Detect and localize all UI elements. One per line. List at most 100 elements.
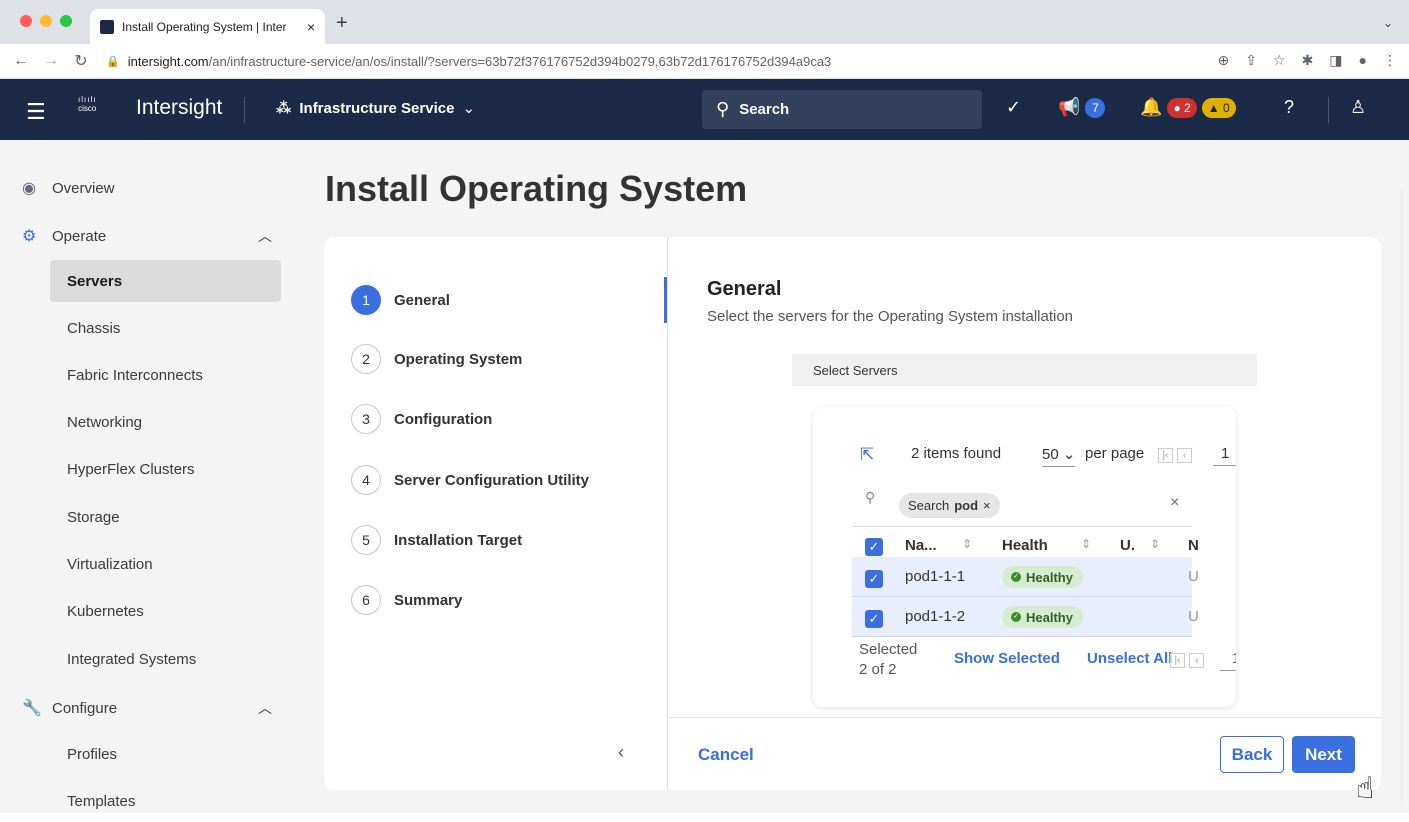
browser-tab-bar: Install Operating System | Inter × + ⌄ [0,0,1409,44]
step-configuration[interactable]: 3 Configuration [351,404,492,434]
row-checkbox[interactable]: ✓ [865,610,883,628]
remove-chip-icon[interactable]: × [983,498,991,513]
server-name[interactable]: pod1-1-2 [905,608,965,625]
minimize-window-button[interactable] [40,15,52,27]
row-checkbox[interactable]: ✓ [865,570,883,588]
sidebar-item-templates[interactable]: Templates [50,780,281,822]
browser-tab[interactable]: Install Operating System | Inter × [90,9,325,44]
scrollbar[interactable] [1401,190,1409,805]
hamburger-menu-icon[interactable]: ☰ [26,99,46,125]
check-circle-icon: ✓ [1011,572,1021,582]
sidebar-item-hyperflex-clusters[interactable]: HyperFlex Clusters [50,448,281,490]
step-server-configuration-utility[interactable]: 4 Server Configuration Utility [351,465,589,495]
step-operating-system[interactable]: 2 Operating System [351,344,522,374]
footer-pager-icon[interactable]: |‹ ‹ [1170,650,1205,668]
tasks-check-icon[interactable]: ✓ [1006,97,1021,118]
sidepanel-icon[interactable]: ◨ [1329,52,1342,69]
sidebar-item-storage[interactable]: Storage [50,496,281,538]
profile-icon[interactable]: ● [1359,52,1367,69]
column-health[interactable]: Health [1002,537,1048,554]
table-row[interactable]: ✓ pod1-1-2 ✓ Healthy U [852,597,1199,637]
sidebar-configure-label: Configure [52,699,118,717]
sidebar-operate[interactable]: ⚙ Operate ︿ [22,226,272,246]
back-button[interactable]: Back [1220,736,1284,773]
forward-arrow-icon[interactable]: → [42,52,60,70]
close-window-button[interactable] [20,15,32,27]
alarms-button[interactable]: 🔔 ● 2 ▲ 0 [1140,97,1236,119]
menu-kebab-icon[interactable]: ⋮ [1383,52,1397,69]
show-selected-link[interactable]: Show Selected [954,650,1060,667]
collapse-steps-chevron-icon[interactable]: ‹ [618,742,624,763]
extensions-icon[interactable]: ✱ [1302,52,1314,69]
sidebar-item-profiles[interactable]: Profiles [50,733,281,775]
chevron-up-icon[interactable]: ︿ [258,226,272,246]
search-filter-chip[interactable]: Search pod × [899,493,1000,518]
help-icon[interactable]: ? [1284,97,1294,118]
new-tab-button[interactable]: + [336,12,348,35]
step-number: 3 [351,404,381,434]
sidebar-item-virtualization[interactable]: Virtualization [50,543,281,585]
items-found: 2 items found [911,445,1002,462]
per-page-select[interactable]: 50 ⌄ [1042,445,1076,467]
bookmark-star-icon[interactable]: ☆ [1273,52,1286,69]
selected-count: 2 of 2 [859,661,897,678]
step-label: Summary [394,591,463,609]
announcements-count: 7 [1085,98,1106,119]
sidebar-item-servers[interactable]: Servers [50,260,281,302]
sidebar-item-fabric-interconnects[interactable]: Fabric Interconnects [50,354,281,396]
sort-icon[interactable]: ⇕ [1150,537,1160,551]
sidebar-overview[interactable]: ◉ Overview [22,178,115,198]
selected-summary: Selected 2 of 2 [859,640,917,680]
tab-search-chevron-icon[interactable]: ⌄ [1383,16,1393,30]
footer-page-number[interactable]: 1 [1220,650,1236,671]
select-servers-label: Select Servers [813,362,898,378]
step-label: Configuration [394,410,493,428]
step-general[interactable]: 1 General [351,285,450,315]
search-label: Search [739,101,790,118]
table-row[interactable]: ✓ pod1-1-1 ✓ Healthy U [852,557,1199,597]
share-icon[interactable]: ⇪ [1245,52,1257,69]
clear-search-icon[interactable]: × [1170,494,1179,512]
unselect-all-link[interactable]: Unselect All [1087,650,1172,667]
sidebar-item-integrated-systems[interactable]: Integrated Systems [50,638,281,680]
sidebar-configure[interactable]: 🔧 Configure ︿ [22,698,272,718]
select-all-checkbox[interactable]: ✓ [865,538,883,556]
search-icon: ⚲ [716,99,730,119]
reload-icon[interactable]: ↻ [72,51,90,71]
sidebar-item-networking[interactable]: Networking [50,401,281,443]
zoom-icon[interactable]: ⊕ [1218,52,1230,69]
server-name[interactable]: pod1-1-1 [905,568,965,585]
page-number-input[interactable]: 1 [1213,445,1236,466]
step-number: 6 [351,585,381,615]
sidebar-item-kubernetes[interactable]: Kubernetes [50,590,281,632]
announcements-button[interactable]: 📢 7 [1058,97,1106,119]
sort-icon[interactable]: ⇕ [962,537,972,551]
zoom-window-button[interactable] [60,15,72,27]
close-tab-icon[interactable]: × [307,19,315,35]
next-button[interactable]: Next [1292,736,1355,773]
url-field[interactable]: 🔒 intersight.com/an/infrastructure-servi… [106,54,831,69]
export-icon[interactable]: ⇱ [860,445,874,465]
divider [1328,97,1329,123]
pager-first-icon[interactable]: |‹ ‹ [1158,445,1193,463]
user-profile-icon[interactable]: ♙ [1350,97,1366,118]
sidebar-overview-label: Overview [52,179,115,197]
chevron-up-icon[interactable]: ︿ [258,698,272,718]
back-arrow-icon[interactable]: ← [12,52,30,70]
cancel-button[interactable]: Cancel [698,745,754,765]
sidebar-operate-label: Operate [52,227,107,245]
column-u[interactable]: U. [1120,537,1135,554]
critical-alarms-badge: ● 2 [1167,98,1197,119]
sidebar-item-chassis[interactable]: Chassis [50,307,281,349]
check-circle-icon: ✓ [1011,612,1021,622]
step-summary[interactable]: 6 Summary [351,585,462,615]
column-name[interactable]: Na... [905,537,937,554]
divider [244,97,245,123]
servers-table: ⇱ 2 items found 50 ⌄ per page |‹ ‹ 1 ⚲ S… [813,407,1236,707]
column-n[interactable]: N [1188,537,1199,554]
step-installation-target[interactable]: 5 Installation Target [351,525,522,555]
global-search[interactable]: ⚲ Search [702,90,982,129]
service-label: Infrastructure Service [299,99,455,117]
service-selector[interactable]: ⁂ Infrastructure Service ⌄ [276,99,475,118]
sort-icon[interactable]: ⇕ [1081,537,1091,551]
